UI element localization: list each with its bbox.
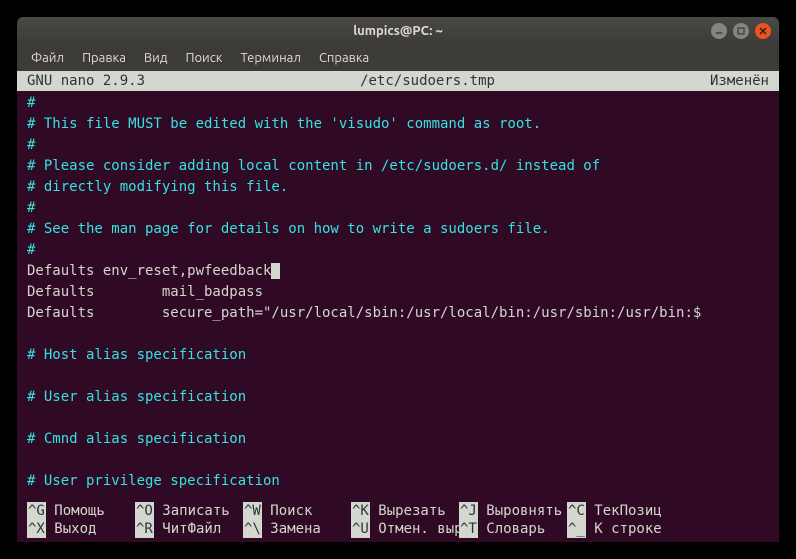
editor-line: Defaults env_reset,pwfeedback (27, 261, 769, 282)
shortcut-label: К строке (586, 520, 662, 538)
outer-frame: lumpics@PC: ~ Файл Правка Вид Поиск Терм… (0, 0, 796, 559)
shortcut-item[interactable]: ^O Записать (135, 502, 243, 520)
menu-terminal[interactable]: Терминал (232, 48, 308, 68)
shortcut-item[interactable]: ^_ К строке (567, 520, 675, 538)
editor-line: Defaults secure_path="/usr/local/sbin:/u… (27, 303, 769, 324)
shortcut-label: Отмен. выр (370, 520, 463, 538)
editor-line: # See the man page for details on how to… (27, 219, 769, 240)
shortcut-key: ^G (27, 502, 46, 520)
shortcut-key: ^R (135, 520, 154, 538)
shortcut-key: ^_ (567, 520, 586, 538)
shortcut-key: ^O (135, 502, 154, 520)
shortcut-key: ^\ (243, 520, 262, 538)
nano-status: Изменён (710, 73, 769, 89)
shortcut-item[interactable]: ^T Словарь (459, 520, 567, 538)
editor-line (27, 450, 769, 471)
editor-line: # Cmnd alias specification (27, 429, 769, 450)
editor-area[interactable]: GNU nano 2.9.3 /etc/sudoers.tmp Изменён … (17, 71, 779, 542)
shortcut-label: Словарь (478, 520, 562, 538)
shortcut-row: ^X Выход ^R ЧитФайл ^\ Замена ^U Отмен. … (27, 520, 769, 538)
shortcut-label: Записать (154, 502, 238, 520)
shortcut-row: ^G Помощь ^O Записать ^W Поиск ^K Выреза… (27, 502, 769, 520)
shortcut-label: ТекПозиц (586, 502, 662, 520)
titlebar[interactable]: lumpics@PC: ~ (17, 17, 779, 45)
shortcut-label: Выход (46, 520, 130, 538)
shortcut-item[interactable]: ^G Помощь (27, 502, 135, 520)
shortcut-key: ^C (567, 502, 586, 520)
shortcut-key: ^K (351, 502, 370, 520)
shortcut-item[interactable]: ^X Выход (27, 520, 135, 538)
editor-line (27, 366, 769, 387)
shortcut-label: Выровнять (478, 502, 562, 520)
nano-file-name: /etc/sudoers.tmp (145, 73, 710, 89)
window-controls (711, 23, 771, 39)
shortcut-item[interactable]: ^W Поиск (243, 502, 351, 520)
menu-help[interactable]: Справка (311, 48, 377, 68)
menubar: Файл Правка Вид Поиск Терминал Справка (17, 45, 779, 71)
maximize-button[interactable] (733, 23, 749, 39)
close-button[interactable] (755, 23, 771, 39)
editor-wrapper: GNU nano 2.9.3 /etc/sudoers.tmp Изменён … (17, 71, 779, 542)
editor-line: # (27, 198, 769, 219)
shortcut-label: Замена (262, 520, 346, 538)
menu-search[interactable]: Поиск (177, 48, 230, 68)
window-title: lumpics@PC: ~ (353, 24, 443, 38)
menu-edit[interactable]: Правка (74, 48, 134, 68)
editor-line: # Please consider adding local content i… (27, 156, 769, 177)
shortcut-label: Помощь (46, 502, 130, 520)
shortcut-label: ЧитФайл (154, 520, 238, 538)
minimize-button[interactable] (711, 23, 727, 39)
shortcut-label: Вырезать (370, 502, 454, 520)
shortcut-item[interactable]: ^\ Замена (243, 520, 351, 538)
text-cursor (271, 263, 280, 279)
editor-line: # Host alias specification (27, 345, 769, 366)
editor-line: # (27, 240, 769, 261)
nano-header: GNU nano 2.9.3 /etc/sudoers.tmp Изменён (17, 71, 779, 91)
shortcut-item[interactable]: ^J Выровнять (459, 502, 567, 520)
shortcut-item[interactable]: ^U Отмен. выр (351, 520, 459, 538)
editor-content[interactable]: ## This file MUST be edited with the 'vi… (17, 91, 779, 502)
shortcut-key: ^X (27, 520, 46, 538)
editor-line: Defaults mail_badpass (27, 282, 769, 303)
editor-line (27, 408, 769, 429)
editor-line (27, 324, 769, 345)
menu-file[interactable]: Файл (23, 48, 72, 68)
shortcut-key: ^W (243, 502, 262, 520)
terminal-window: lumpics@PC: ~ Файл Правка Вид Поиск Терм… (17, 17, 779, 542)
shortcut-label: Поиск (262, 502, 346, 520)
editor-line: # User alias specification (27, 387, 769, 408)
shortcut-key: ^J (459, 502, 478, 520)
editor-line: # (27, 93, 769, 114)
shortcut-item[interactable]: ^C ТекПозиц (567, 502, 675, 520)
editor-line: # User privilege specification (27, 471, 769, 492)
nano-shortcuts: ^G Помощь ^O Записать ^W Поиск ^K Выреза… (17, 502, 779, 542)
menu-view[interactable]: Вид (136, 48, 176, 68)
shortcut-key: ^T (459, 520, 478, 538)
shortcut-key: ^U (351, 520, 370, 538)
editor-line: # This file MUST be edited with the 'vis… (27, 114, 769, 135)
shortcut-item[interactable]: ^R ЧитФайл (135, 520, 243, 538)
editor-line: # (27, 135, 769, 156)
editor-line: # directly modifying this file. (27, 177, 769, 198)
shortcut-item[interactable]: ^K Вырезать (351, 502, 459, 520)
nano-app-name: GNU nano 2.9.3 (27, 73, 145, 89)
